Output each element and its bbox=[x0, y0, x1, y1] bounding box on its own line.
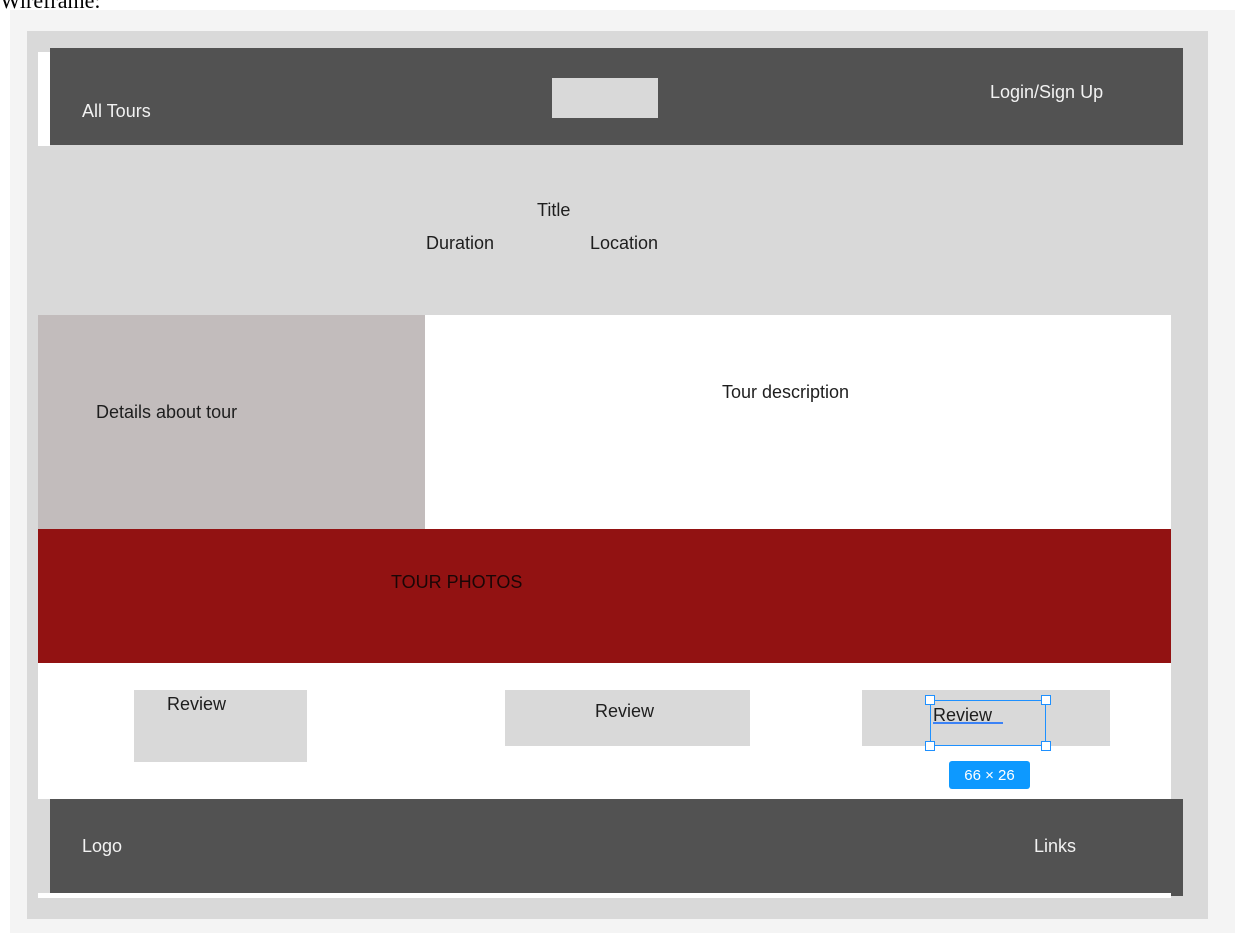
footer-bar bbox=[50, 799, 1183, 896]
review-label-1: Review bbox=[167, 694, 227, 714]
tour-duration: Duration bbox=[426, 233, 495, 253]
tour-title: Title bbox=[537, 200, 571, 220]
resize-handle-bottom-left[interactable] bbox=[925, 741, 935, 751]
details-label: Details about tour bbox=[96, 402, 238, 422]
description-panel bbox=[425, 315, 1171, 529]
resize-handle-bottom-right[interactable] bbox=[1041, 741, 1051, 751]
tour-photos-label: TOUR PHOTOS bbox=[391, 572, 523, 592]
details-panel bbox=[38, 315, 425, 529]
frame-edge-strip bbox=[38, 52, 50, 146]
review-label-2: Review bbox=[595, 701, 655, 721]
footer-logo[interactable]: Logo bbox=[82, 837, 122, 855]
tour-photos-section bbox=[38, 529, 1171, 663]
selection-box[interactable] bbox=[930, 700, 1046, 746]
footer-links[interactable]: Links bbox=[1034, 837, 1076, 855]
frame-bottom-strip bbox=[38, 893, 1171, 898]
resize-handle-top-left[interactable] bbox=[925, 695, 935, 705]
resize-handle-top-right[interactable] bbox=[1041, 695, 1051, 705]
tour-location: Location bbox=[590, 233, 659, 253]
description-label: Tour description bbox=[722, 382, 850, 402]
login-signup-link[interactable]: Login/Sign Up bbox=[990, 83, 1103, 101]
header-logo-placeholder[interactable] bbox=[552, 78, 658, 118]
all-tours-link[interactable]: All Tours bbox=[82, 102, 151, 120]
selection-size-badge: 66 × 26 bbox=[949, 761, 1030, 789]
